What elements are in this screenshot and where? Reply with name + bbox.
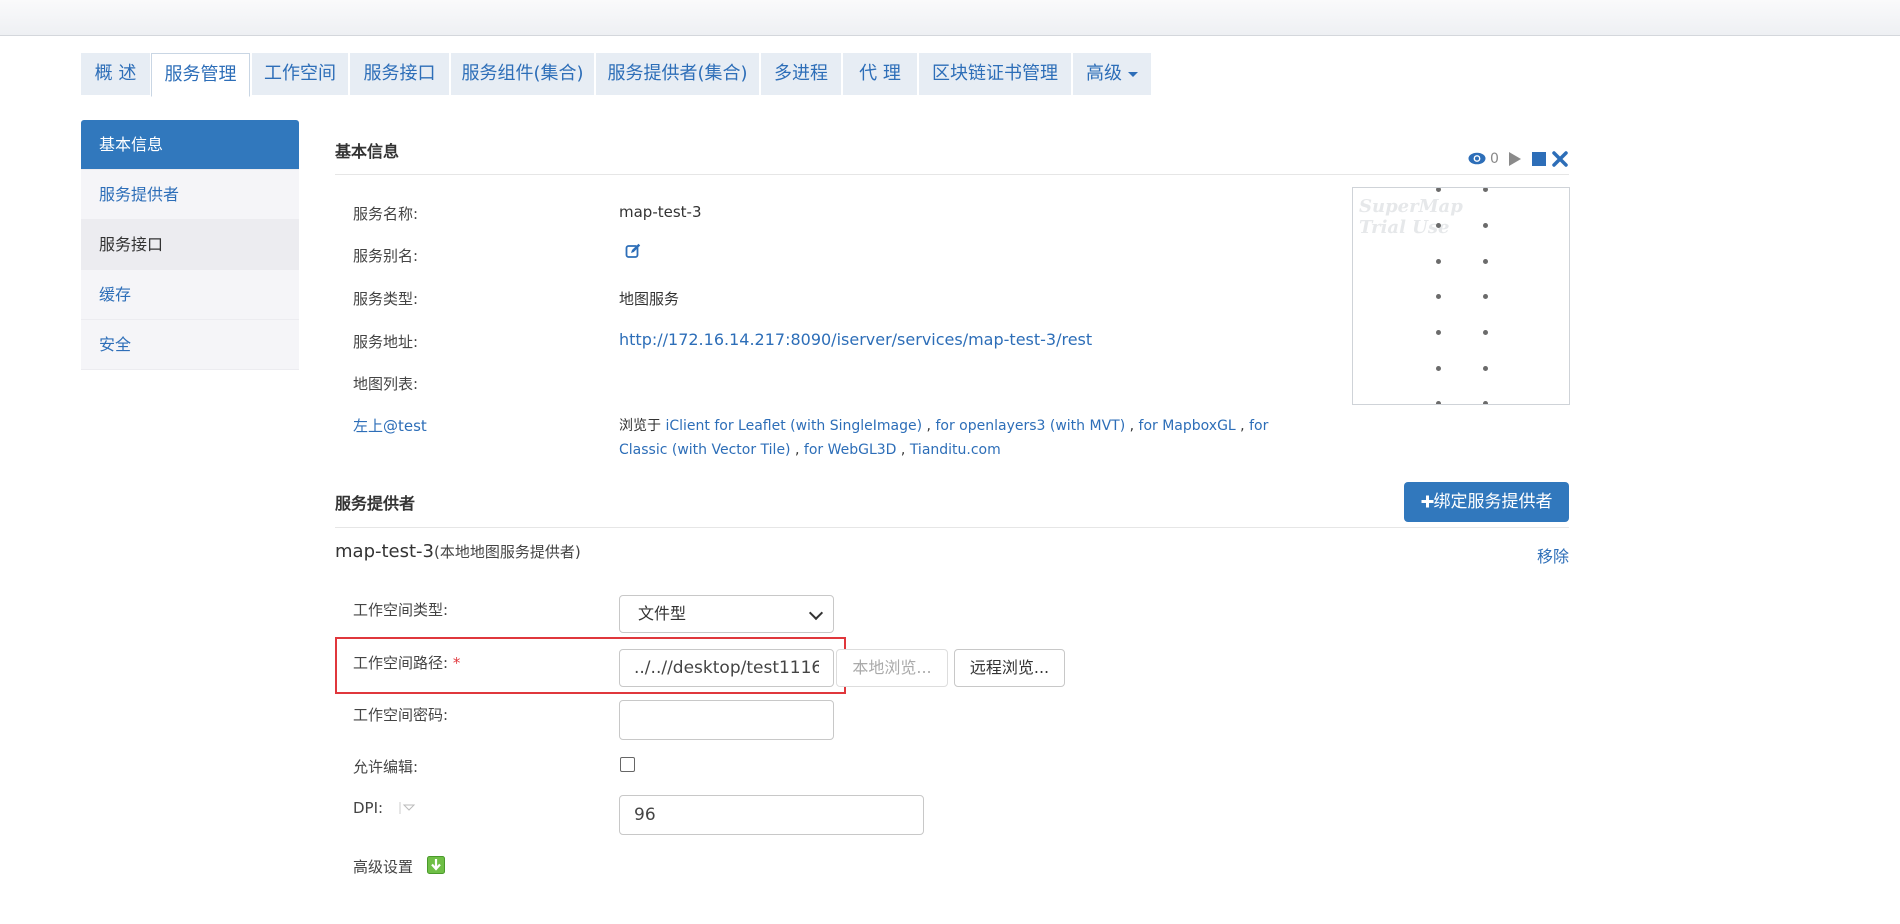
local-browse-button[interactable]: 本地浏览... <box>836 649 948 687</box>
map-list-label: 地图列表: <box>353 375 419 393</box>
tab-service-interface[interactable]: 服务接口 <box>350 53 449 95</box>
workspace-type-label: 工作空间类型: <box>353 601 449 619</box>
view-count: 0 <box>1490 151 1499 167</box>
provider-kind: (本地地图服务提供者) <box>434 543 581 561</box>
tab-multiprocess[interactable]: 多进程 <box>761 53 841 95</box>
map-item-link[interactable]: 左上@test <box>353 415 427 436</box>
service-type-label: 服务类型: <box>353 290 419 308</box>
sidebar-item-basic-info[interactable]: 基本信息 <box>81 120 299 170</box>
dpi-info-icon[interactable] <box>399 801 417 815</box>
workspace-password-label: 工作空间密码: <box>353 706 449 724</box>
required-mark: * <box>452 654 461 672</box>
dpi-input[interactable] <box>619 795 924 835</box>
browse-link-openlayers3[interactable]: for openlayers3 (with MVT) <box>935 418 1125 434</box>
divider <box>335 527 1569 528</box>
service-alias-label: 服务别名: <box>353 247 419 265</box>
tab-service-management[interactable]: 服务管理 <box>151 53 250 97</box>
tab-advanced-label: 高级 <box>1086 63 1122 84</box>
plus-icon <box>1421 495 1433 508</box>
provider-name: map-test-3 <box>335 541 434 562</box>
sidebar-item-service-interface[interactable]: 服务接口 <box>81 220 299 270</box>
caret-down-icon <box>1128 71 1138 77</box>
service-type-value: 地图服务 <box>619 290 680 308</box>
chevron-down-icon <box>808 605 824 621</box>
provider-title: map-test-3(本地地图服务提供者) <box>335 541 581 562</box>
tab-workspace[interactable]: 工作空间 <box>252 53 348 95</box>
browse-link-mapboxgl[interactable]: for MapboxGL <box>1139 418 1236 434</box>
tab-service-providers[interactable]: 服务提供者(集合) <box>596 53 759 95</box>
sidebar-item-security[interactable]: 安全 <box>81 320 299 370</box>
divider <box>335 174 1569 175</box>
tab-advanced-dropdown[interactable]: 高级 <box>1073 53 1151 95</box>
tab-overview[interactable]: 概 述 <box>81 53 150 95</box>
supermap-watermark: SuperMap Trial Use <box>1359 196 1463 238</box>
tab-blockchain-cert[interactable]: 区块链证书管理 <box>919 53 1071 95</box>
basic-info-heading: 基本信息 <box>335 142 400 161</box>
browse-link-webgl3d[interactable]: for WebGL3D <box>804 442 897 458</box>
close-icon[interactable] <box>1552 151 1568 167</box>
sidebar-item-cache[interactable]: 缓存 <box>81 270 299 320</box>
tab-proxy[interactable]: 代 理 <box>843 53 917 95</box>
sidebar-item-service-provider[interactable]: 服务提供者 <box>81 170 299 220</box>
workspace-path-input[interactable] <box>619 649 834 687</box>
workspace-path-label: 工作空间路径: * <box>353 654 461 672</box>
map-thumbnail[interactable]: SuperMap Trial Use <box>1352 187 1570 405</box>
workspace-type-value: 文件型 <box>638 604 687 623</box>
edit-icon[interactable] <box>625 243 641 259</box>
workspace-password-input[interactable] <box>619 700 834 740</box>
remove-link[interactable]: 移除 <box>1537 543 1569 567</box>
expand-down-icon[interactable] <box>427 856 445 874</box>
sidebar: 基本信息 服务提供者 服务接口 缓存 安全 <box>81 120 299 370</box>
service-provider-heading: 服务提供者 <box>335 494 416 513</box>
stop-icon[interactable] <box>1532 152 1546 166</box>
browse-link-tianditu[interactable]: Tianditu.com <box>910 442 1001 458</box>
allow-edit-label: 允许编辑: <box>353 758 419 776</box>
allow-edit-checkbox[interactable] <box>620 757 635 772</box>
browser-top-bar <box>0 0 1900 36</box>
dpi-label: DPI: <box>353 799 384 817</box>
browse-link-leaflet[interactable]: iClient for Leaflet (with SingleImage) <box>665 418 922 434</box>
eye-icon <box>1468 152 1486 165</box>
bind-provider-button[interactable]: 绑定服务提供者 <box>1404 482 1569 522</box>
bind-provider-label: 绑定服务提供者 <box>1433 492 1553 512</box>
service-address-label: 服务地址: <box>353 333 419 351</box>
service-name-label: 服务名称: <box>353 205 419 223</box>
workspace-type-select[interactable]: 文件型 <box>619 595 834 633</box>
browse-prefix: 浏览于 <box>619 418 666 434</box>
play-icon[interactable] <box>1508 151 1522 167</box>
service-address-link[interactable]: http://172.16.14.217:8090/iserver/servic… <box>619 330 1092 349</box>
tab-service-components[interactable]: 服务组件(集合) <box>451 53 594 95</box>
service-name-value: map-test-3 <box>619 203 702 221</box>
advanced-settings-label[interactable]: 高级设置 <box>353 856 413 877</box>
remote-browse-button[interactable]: 远程浏览... <box>954 649 1065 687</box>
browse-clients: 浏览于 iClient for Leaflet (with SingleImag… <box>619 418 1269 458</box>
